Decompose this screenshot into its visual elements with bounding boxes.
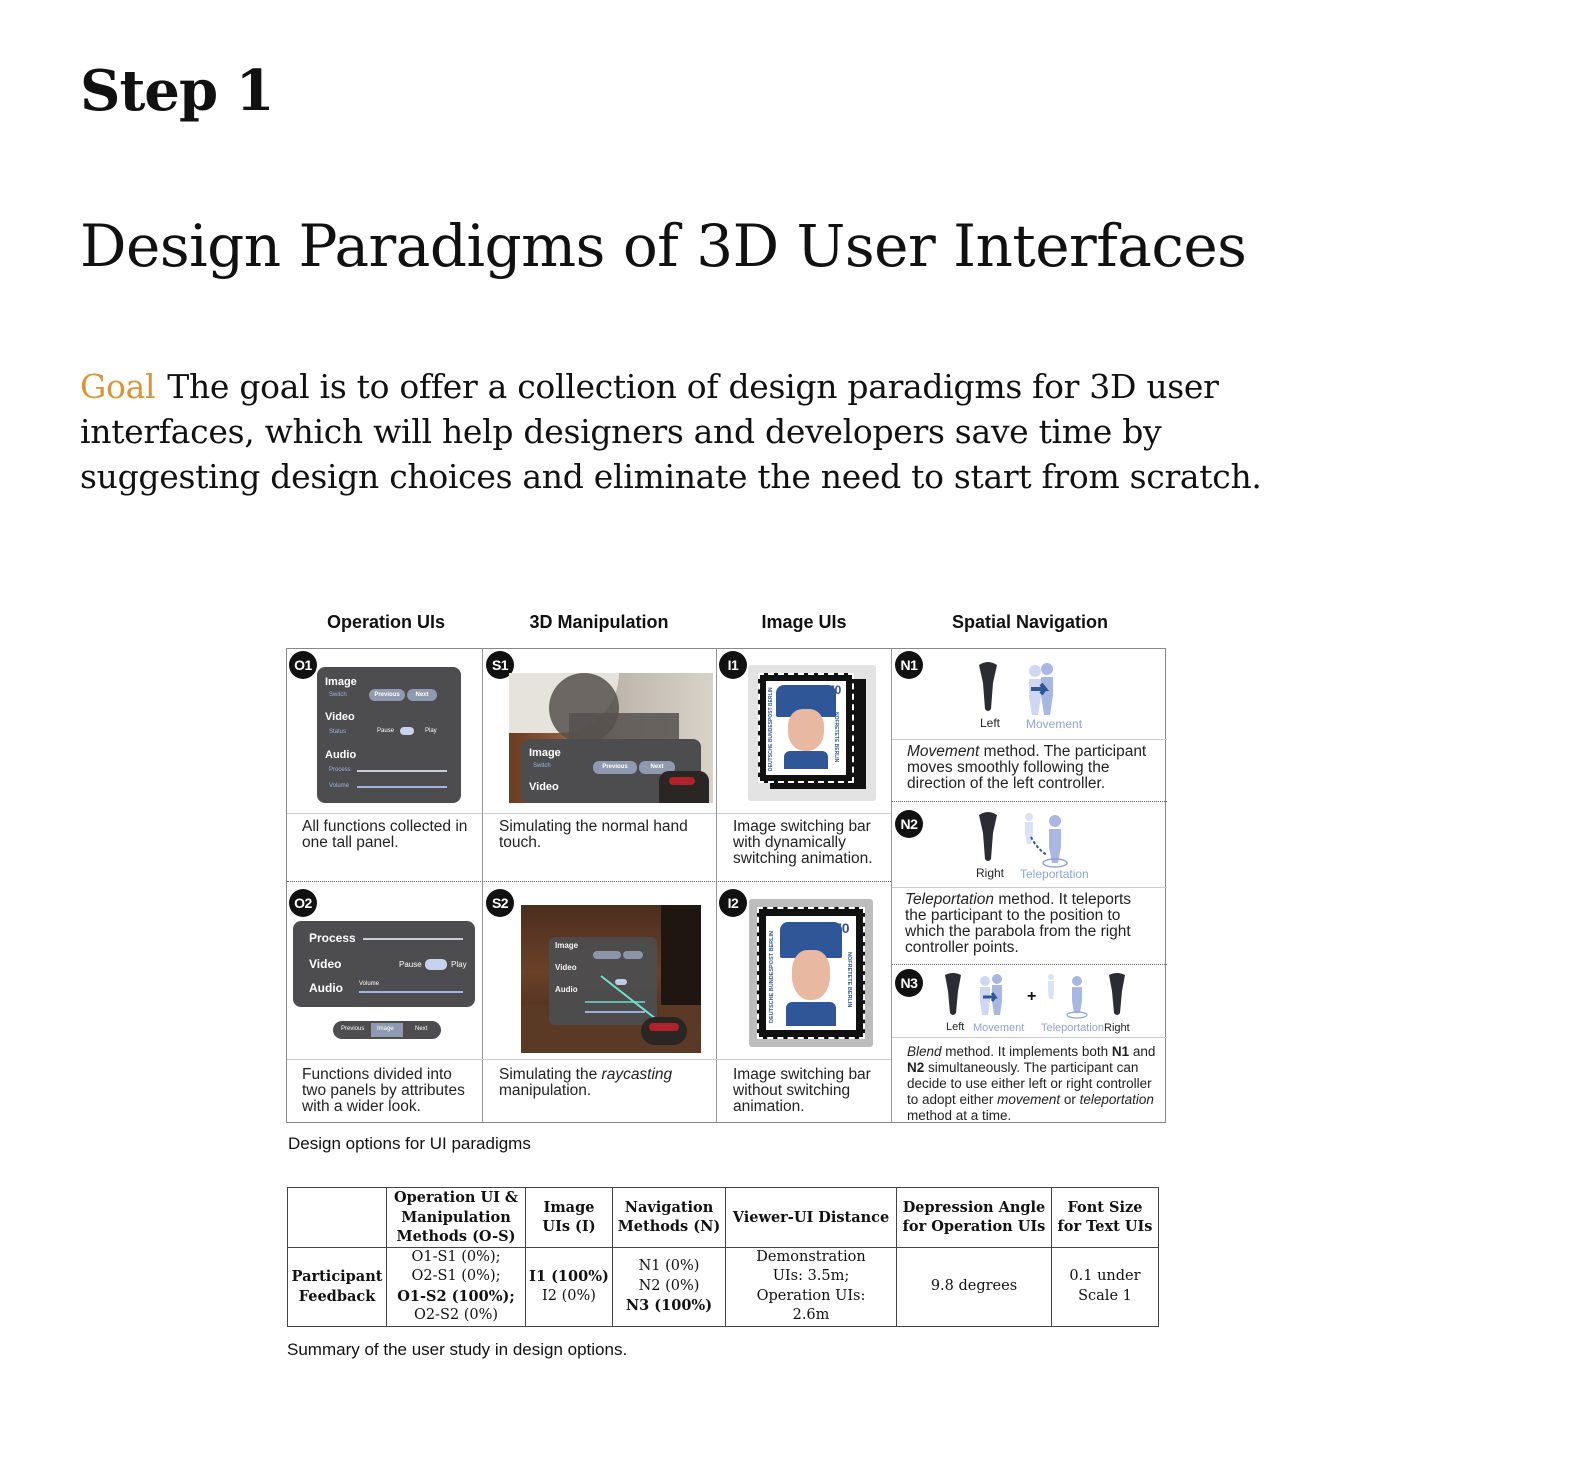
header-depression-angle: Depression Angle for Operation UIs [896,1187,1052,1248]
col-header-3d-manipulation: 3D Manipulation [529,612,669,632]
row-label: Participant Feedback [287,1246,387,1327]
badge-n2: N2 [895,810,923,838]
cell-angle: 9.8 degrees [896,1246,1052,1327]
badge-n3: N3 [895,969,923,997]
o1-panel-mockup: Image Switch Previous Next Video Status … [317,667,461,803]
goal-paragraph: Goal The goal is to offer a collection of… [80,364,1340,499]
o2-switch-bar: Previous Image Next [333,1021,441,1039]
col-header-spatial-navigation: Spatial Navigation [951,612,1109,632]
col-header-operation-uis: Operation UIs [326,612,446,632]
s2-caption: Simulating the raycasting manipulation. [499,1066,673,1099]
n3-label-left: Left [946,1021,965,1033]
header-navigation: Navigation Methods (N) [612,1187,726,1248]
table-caption: Summary of the user study in design opti… [287,1340,628,1359]
badge-o2: O2 [289,889,317,917]
n2-label-teleportation: Teleportation [1020,867,1089,881]
figure-caption: Design options for UI paradigms [288,1134,531,1153]
n3-label-teleportation: Teleportation [1041,1022,1104,1034]
cell-os: O1-S1 (0%); O2-S1 (0%); O1-S2 (100%); O2… [386,1246,526,1327]
s1-hand-touch-photo: Image Switch Previous Next Video [509,673,713,803]
i2-stamp-image: 70 DEUTSCHE BUNDESPOST BERLIN NOFRETETE … [749,899,873,1047]
cell-image-uis: I1 (100%) I2 (0%) [525,1246,613,1327]
options-grid: O1 Image Switch Previous Next Video Stat… [286,648,1167,1123]
design-options-figure: Operation UIs 3D Manipulation Image UIs … [286,606,1168,1166]
n1-label-left: Left [980,716,1001,730]
n2-caption: Teleportation method. It teleports the p… [905,891,1132,956]
cell-distance: Demonstration UIs: 3.5m; Operation UIs: … [725,1246,897,1327]
header-font-size: Font Size for Text UIs [1051,1187,1159,1248]
cell-navigation: N1 (0%) N2 (0%) N3 (100%) [612,1246,726,1327]
header-distance: Viewer-UI Distance [725,1187,897,1248]
header-image-uis: Image UIs (I) [525,1187,613,1248]
badge-i1: I1 [719,651,747,679]
badge-i2: I2 [719,889,747,917]
header-operation-ui: Operation UI & Manipulation Methods (O-S… [386,1187,526,1248]
i1-caption: Image switching bar with dynamically swi… [733,818,873,867]
badge-o1: O1 [289,651,317,679]
col-header-image-uis: Image UIs [761,612,847,632]
n3-caption: Blend method. It implements both N1 and … [907,1044,1156,1123]
i1-stamp-image: 70 DEUTSCHE BUNDESPOST BERLIN NOFRETETE … [748,665,876,801]
o2-caption: Functions divided into two panels by att… [302,1066,465,1115]
badge-s2: S2 [486,889,514,917]
cell-font-size: 0.1 under Scale 1 [1051,1246,1159,1327]
n3-label-movement: Movement [973,1022,1025,1034]
i2-caption: Image switching bar without switching an… [733,1066,871,1115]
goal-label: Goal [80,367,156,406]
svg-text:+: + [1027,988,1036,1005]
n1-navigation-icons [979,662,1053,715]
n1-caption: Movement method. The participant moves s… [907,743,1147,792]
step-heading: Step 1 [80,58,275,124]
o1-caption: All functions collected in one tall pane… [302,818,468,851]
n1-label-movement: Movement [1026,717,1083,731]
summary-table: Operation UI & Manipulation Methods (O-S… [287,1187,1159,1327]
table-row: Participant Feedback O1-S1 (0%); O2-S1 (… [287,1246,1159,1327]
badge-n1: N1 [895,651,923,679]
header-empty [287,1187,387,1248]
page-title: Design Paradigms of 3D User Interfaces [80,212,1247,280]
s1-caption: Simulating the normal hand touch. [499,818,688,851]
n2-label-right: Right [976,866,1005,880]
goal-text: The goal is to offer a collection of des… [80,367,1262,496]
o2-panel-mockup: Process Video Pause Play Audio Volume [293,921,475,1007]
n3-navigation-icons: + [945,973,1125,1019]
s2-raycasting-photo: Image Video Audio [521,905,701,1053]
n2-navigation-icons [979,812,1068,868]
n3-label-right: Right [1104,1022,1130,1034]
